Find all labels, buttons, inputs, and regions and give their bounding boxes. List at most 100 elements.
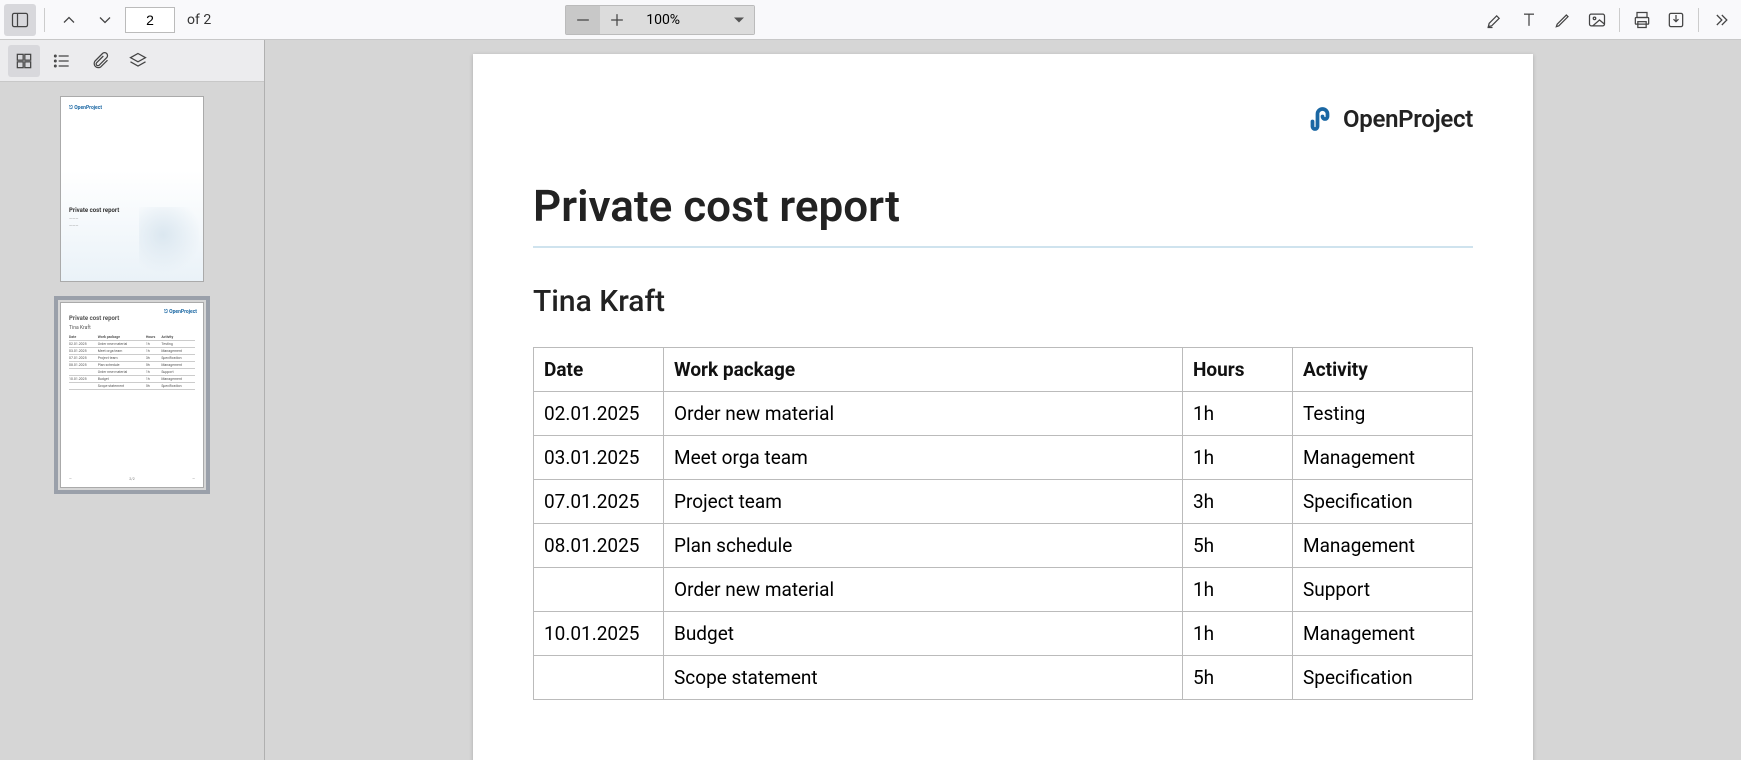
main-split: ⎋ OpenProject Private cost report ——— ——… [0, 40, 1741, 760]
col-header-wp: Work package [664, 348, 1183, 392]
cell-date [534, 568, 664, 612]
cell-wp: Budget [664, 612, 1183, 656]
cell-hours: 1h [1183, 392, 1293, 436]
zoom-in-button[interactable] [600, 6, 634, 34]
page-count-label: of 2 [187, 12, 211, 28]
cell-wp: Plan schedule [664, 524, 1183, 568]
printer-icon [1632, 10, 1652, 30]
cell-wp: Order new material [664, 392, 1183, 436]
cell-activity: Management [1293, 612, 1473, 656]
thumb-table: DateWork packageHoursActivity 02.01.2025… [69, 334, 195, 390]
pdf-page-2: OpenProject Private cost report Tina Kra… [473, 54, 1533, 760]
cell-activity: Management [1293, 436, 1473, 480]
cell-wp: Meet orga team [664, 436, 1183, 480]
cost-report-table: Date Work package Hours Activity 02.01.2… [533, 347, 1473, 700]
cell-activity: Support [1293, 568, 1473, 612]
pencil-icon [1553, 10, 1573, 30]
layers-view-button[interactable] [122, 45, 154, 77]
table-row: Scope statement 5h Specification [534, 656, 1473, 700]
col-header-hours: Hours [1183, 348, 1293, 392]
thumb-title: Private cost report [69, 207, 119, 214]
separator [1619, 8, 1620, 32]
highlighter-icon [1485, 10, 1505, 30]
report-title: Private cost report [533, 180, 1473, 248]
table-row: 10.01.2025 Budget 1h Management [534, 612, 1473, 656]
chevron-down-icon [95, 10, 115, 30]
highlight-tool-button[interactable] [1479, 4, 1511, 36]
table-row: Order new material 1h Support [534, 568, 1473, 612]
cell-hours: 5h [1183, 656, 1293, 700]
separator [44, 8, 45, 32]
col-header-date: Date [534, 348, 664, 392]
more-tools-button[interactable] [1705, 4, 1737, 36]
pdf-toolbar: of 2 100% [0, 0, 1741, 40]
table-row: 03.01.2025 Meet orga team 1h Management [534, 436, 1473, 480]
download-button[interactable] [1660, 4, 1692, 36]
thumbnails-view-button[interactable] [8, 45, 40, 77]
outline-view-button[interactable] [46, 45, 78, 77]
page-number-input[interactable] [125, 7, 175, 33]
cell-date [534, 656, 664, 700]
zoom-out-button[interactable] [566, 6, 600, 34]
list-icon [52, 51, 72, 71]
thumb-subheading: Tina Kraft [69, 325, 195, 331]
layers-icon [128, 51, 148, 71]
print-button[interactable] [1626, 4, 1658, 36]
cell-date: 02.01.2025 [534, 392, 664, 436]
prev-page-button[interactable] [53, 4, 85, 36]
sidebar-tools [0, 40, 264, 82]
thumbnail-list: ⎋ OpenProject Private cost report ——— ——… [0, 82, 264, 760]
cell-activity: Management [1293, 524, 1473, 568]
table-row: 02.01.2025 Order new material 1h Testing [534, 392, 1473, 436]
thumb-decoration [139, 207, 199, 277]
paperclip-icon [90, 51, 110, 71]
image-icon [1587, 10, 1607, 30]
attachments-view-button[interactable] [84, 45, 116, 77]
openproject-logo: OpenProject [1305, 104, 1473, 134]
openproject-logo-icon [1305, 104, 1335, 134]
cell-activity: Specification [1293, 656, 1473, 700]
sidebar-icon [10, 10, 30, 30]
cell-activity: Testing [1293, 392, 1473, 436]
zoom-select[interactable]: 100% [634, 6, 754, 34]
thumb-logo: ⎋ OpenProject [164, 309, 197, 315]
cell-hours: 1h [1183, 568, 1293, 612]
table-row: 07.01.2025 Project team 3h Specification [534, 480, 1473, 524]
next-page-button[interactable] [89, 4, 121, 36]
sidebar: ⎋ OpenProject Private cost report ——— ——… [0, 40, 265, 760]
logo-text: OpenProject [1343, 105, 1473, 133]
separator [1698, 8, 1699, 32]
cell-activity: Specification [1293, 480, 1473, 524]
chevrons-right-icon [1711, 10, 1731, 30]
cell-date: 08.01.2025 [534, 524, 664, 568]
cell-hours: 3h [1183, 480, 1293, 524]
image-tool-button[interactable] [1581, 4, 1613, 36]
cell-wp: Scope statement [664, 656, 1183, 700]
draw-tool-button[interactable] [1547, 4, 1579, 36]
plus-icon [607, 10, 627, 30]
thumb-heading: Private cost report [69, 315, 195, 322]
thumb-subtitle: ——— [69, 223, 119, 228]
minus-icon [573, 10, 593, 30]
cell-date: 07.01.2025 [534, 480, 664, 524]
cell-date: 03.01.2025 [534, 436, 664, 480]
download-icon [1666, 10, 1686, 30]
cell-hours: 1h [1183, 612, 1293, 656]
cell-date: 10.01.2025 [534, 612, 664, 656]
chevron-up-icon [59, 10, 79, 30]
cell-wp: Project team [664, 480, 1183, 524]
zoom-controls: 100% [565, 5, 755, 35]
cell-hours: 1h [1183, 436, 1293, 480]
zoom-value: 100% [646, 12, 680, 28]
text-tool-button[interactable] [1513, 4, 1545, 36]
thumb-subtitle: ——— [69, 216, 119, 221]
table-header-row: Date Work package Hours Activity [534, 348, 1473, 392]
document-viewport[interactable]: OpenProject Private cost report Tina Kra… [265, 40, 1741, 760]
toggle-sidebar-button[interactable] [4, 4, 36, 36]
grid-icon [14, 51, 34, 71]
thumbnail-page-2[interactable]: ⎋ OpenProject Private cost report Tina K… [60, 302, 204, 488]
cell-wp: Order new material [664, 568, 1183, 612]
text-icon [1519, 10, 1539, 30]
thumbnail-page-1[interactable]: ⎋ OpenProject Private cost report ——— ——… [60, 96, 204, 282]
cell-hours: 5h [1183, 524, 1293, 568]
